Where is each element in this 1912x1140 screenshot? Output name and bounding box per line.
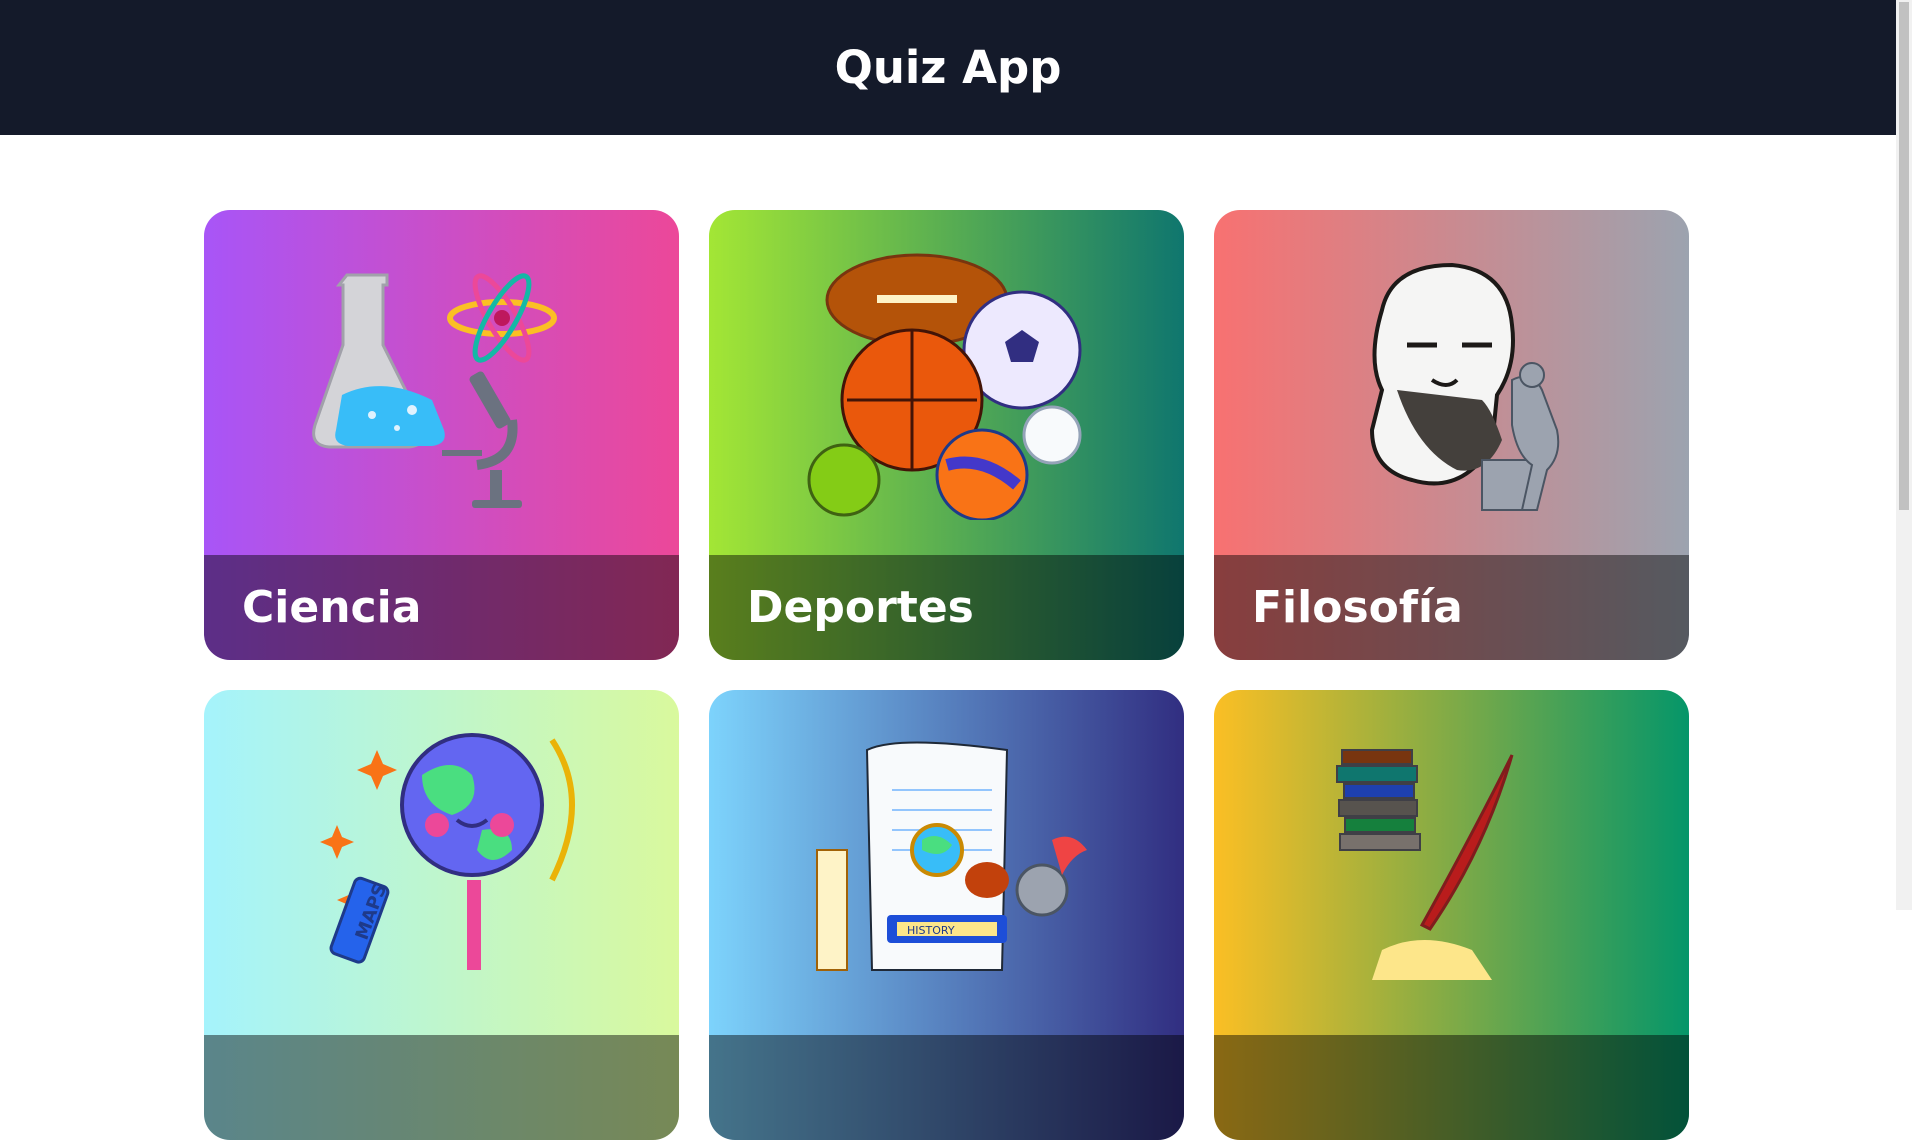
card-label-bar <box>709 1035 1184 1140</box>
globe-map-illustration-icon: MAPS <box>319 733 575 970</box>
sports-balls-illustration-icon <box>807 253 1081 520</box>
category-card-literatura[interactable] <box>1214 690 1689 1140</box>
category-label: Filosofía <box>1252 582 1463 633</box>
history-scroll-illustration-icon: HISTORY <box>815 741 1087 971</box>
category-card-filosofia[interactable]: Filosofía <box>1214 210 1689 660</box>
category-card-geografia[interactable]: MAPS <box>204 690 679 1140</box>
philosopher-thinker-illustration-icon <box>1369 262 1559 511</box>
scrollbar-thumb[interactable] <box>1899 2 1909 510</box>
app-title: Quiz App <box>834 41 1062 94</box>
card-label-bar <box>204 1035 679 1140</box>
category-label: Deportes <box>747 582 974 633</box>
app-header: Quiz App <box>0 0 1896 135</box>
page-scrollbar[interactable] <box>1896 0 1912 910</box>
science-illustration-icon <box>311 273 557 508</box>
card-label-bar: Filosofía <box>1214 555 1689 660</box>
books-quill-illustration-icon <box>1335 749 1513 980</box>
category-card-deportes[interactable]: Deportes <box>709 210 1184 660</box>
card-label-bar: Deportes <box>709 555 1184 660</box>
card-label-bar <box>1214 1035 1689 1140</box>
category-label: Ciencia <box>242 582 422 633</box>
svg-text:HISTORY: HISTORY <box>907 924 955 937</box>
category-card-ciencia[interactable]: Ciencia <box>204 210 679 660</box>
card-label-bar: Ciencia <box>204 555 679 660</box>
category-card-historia[interactable]: HISTORY <box>709 690 1184 1140</box>
